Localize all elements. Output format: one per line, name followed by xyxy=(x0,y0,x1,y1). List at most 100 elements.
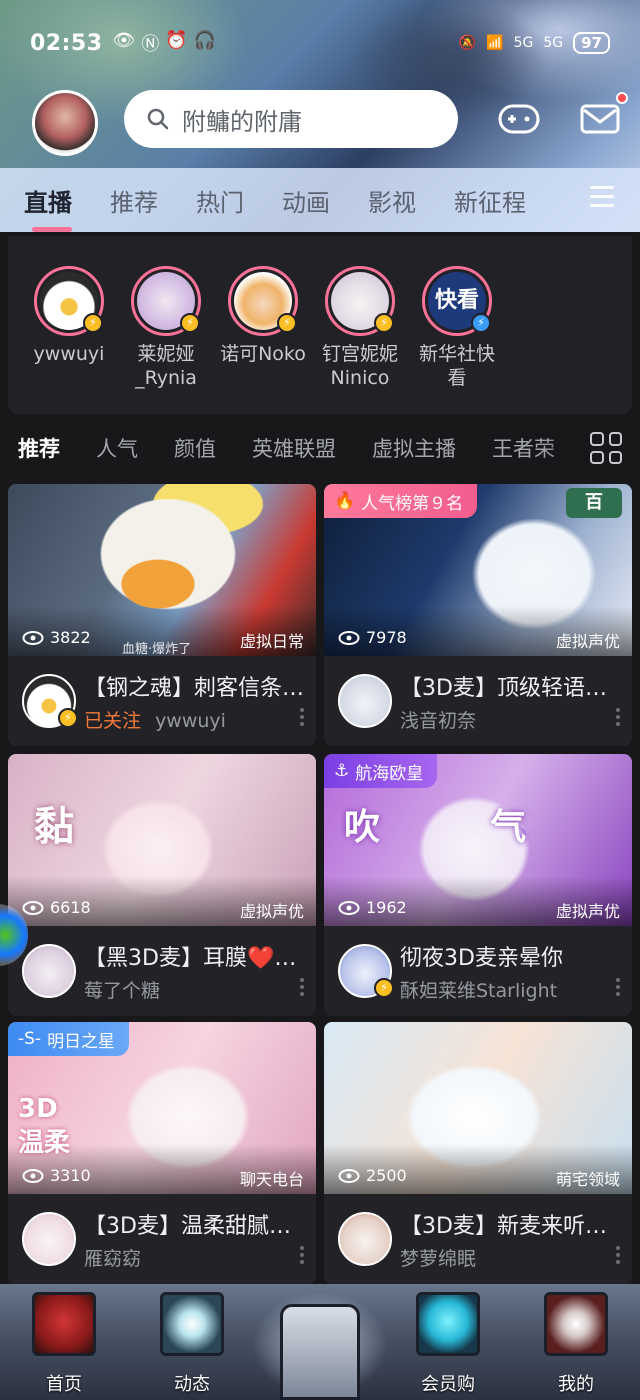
followed-streamer[interactable]: 快看 ⚡ 新华社快 看 xyxy=(412,266,502,390)
signal-icon-2: 5G xyxy=(543,35,564,51)
tabs-menu-icon[interactable] xyxy=(590,186,614,210)
wifi-icon: 📶 xyxy=(486,35,504,51)
card-title: 【3D麦】顶级轻语… xyxy=(400,676,607,701)
category-tabs: 推荐 人气 颜值 英雄联盟 虚拟主播 王者荣 xyxy=(0,418,640,478)
area-tag: 萌宅领域 xyxy=(555,1170,620,1189)
profile-icon xyxy=(544,1292,608,1356)
card-subtitle: 酥妲莱维Starlight xyxy=(400,976,557,1003)
live-card[interactable]: 2500 萌宅领域 【3D麦】新麦来听… 梦萝绵眠 xyxy=(324,1022,632,1284)
category-looks[interactable]: 颜值 xyxy=(174,433,216,463)
search-input[interactable]: 附鳙的附庸 xyxy=(124,90,458,148)
vip-shop-icon xyxy=(416,1292,480,1356)
status-notification-icons: 👁 Ⓝ ⏰ 🎧 xyxy=(113,30,217,56)
avatar[interactable] xyxy=(22,944,76,998)
lightning-icon: ⚡ xyxy=(374,978,394,998)
anchor-icon: ⚓ xyxy=(334,761,350,781)
avatar[interactable] xyxy=(338,674,392,728)
cover-text: 黏 特供 xyxy=(34,804,316,850)
followed-streamer[interactable]: ⚡ 莱妮娅 _Rynia xyxy=(121,266,211,390)
tab-anime[interactable]: 动画 xyxy=(282,183,330,218)
category-honor-of-kings[interactable]: 王者荣 xyxy=(492,433,555,463)
nav-vip-shop[interactable]: 会员购 xyxy=(406,1292,490,1396)
live-card[interactable]: 黏 特供 6618 虚拟声优 【黑3D麦】耳膜❤️… 莓了个糖 xyxy=(8,754,316,1016)
uploader-name: 梦萝绵眠 xyxy=(400,1248,477,1270)
tab-new-journey[interactable]: 新征程 xyxy=(454,183,526,218)
avatar[interactable] xyxy=(22,1212,76,1266)
avatar[interactable]: ⚡ xyxy=(22,674,78,728)
more-options-icon[interactable] xyxy=(616,708,620,729)
mail-icon[interactable] xyxy=(580,102,620,136)
category-popular[interactable]: 人气 xyxy=(96,433,138,463)
area-tag: 虚拟声优 xyxy=(239,902,304,921)
tab-film[interactable]: 影视 xyxy=(368,183,416,218)
lightning-icon: ⚡ xyxy=(471,313,491,333)
rank-badge: ⚓ 航海欧皇 xyxy=(324,754,438,788)
more-options-icon[interactable] xyxy=(616,1246,620,1267)
bottom-navigation: 首页 动态 会员购 我的 xyxy=(0,1284,640,1400)
category-recommend[interactable]: 推荐 xyxy=(18,433,60,463)
avatar[interactable]: ⚡ xyxy=(338,944,394,998)
streamer-name: ywwuyi xyxy=(33,343,105,365)
card-subtitle: 浅音初奈 xyxy=(400,706,476,733)
followed-label: 已关注 xyxy=(84,710,142,732)
followed-streamer[interactable]: ⚡ 钉宫妮妮 Ninico xyxy=(315,266,405,390)
notification-dot xyxy=(616,92,628,104)
uploader-name: ywwuyi xyxy=(155,710,226,732)
nfc-icon: Ⓝ xyxy=(141,34,160,55)
search-placeholder: 附鳙的附庸 xyxy=(182,107,302,136)
uploader-name: 莓了个糖 xyxy=(84,980,161,1002)
rank-badge: -S- 明日之星 xyxy=(8,1022,130,1056)
top-row: 附鳙的附庸 xyxy=(0,86,640,166)
live-card[interactable]: ⚓ 航海欧皇 吹气 语 1962 虚拟声优 ⚡ 彻夜3D麦亲晕你 酥妲莱维Sta… xyxy=(324,754,632,1016)
more-options-icon[interactable] xyxy=(616,978,620,999)
star-icon: -S- xyxy=(18,1029,42,1049)
live-card[interactable]: 3822 血糖·爆炸了 虚拟日常 ⚡ 【钢之魂】刺客信条… 已关注 ywwuyi xyxy=(8,484,316,746)
avatar: ⚡ xyxy=(325,266,395,336)
lightning-icon: ⚡ xyxy=(180,313,200,333)
user-avatar[interactable] xyxy=(32,90,98,156)
card-title: 【黑3D麦】耳膜❤️… xyxy=(84,946,297,971)
gamepad-icon[interactable] xyxy=(498,102,540,136)
fire-icon: 🔥 xyxy=(334,491,356,511)
category-lol[interactable]: 英雄联盟 xyxy=(252,433,336,463)
avatar[interactable] xyxy=(338,1212,392,1266)
status-right-icons: 🔕 📶 5G 5G 97 xyxy=(459,32,610,54)
card-subtitle: 梦萝绵眠 xyxy=(400,1244,476,1271)
lightning-icon: ⚡ xyxy=(58,708,78,728)
tab-live[interactable]: 直播 xyxy=(24,183,72,232)
battery-indicator: 97 xyxy=(573,32,610,54)
more-options-icon[interactable] xyxy=(300,1246,304,1267)
tab-recommend[interactable]: 推荐 xyxy=(110,183,158,218)
main-tabs: 直播 推荐 热门 动画 影视 新征程 xyxy=(0,168,640,232)
alarm-icon: ⏰ xyxy=(165,30,188,51)
signal-icon-1: 5G xyxy=(513,35,534,51)
followed-streamers-panel: ⚡ ywwuyi ⚡ 莱妮娅 _Rynia ⚡ 诺可Noko ⚡ 钉宫妮妮 Ni… xyxy=(8,236,632,414)
followed-streamer[interactable]: ⚡ 诺可Noko xyxy=(218,266,308,366)
card-title: 彻夜3D麦亲晕你 xyxy=(400,946,563,971)
more-options-icon[interactable] xyxy=(300,708,304,729)
eye-icon xyxy=(338,1168,360,1183)
cover-text: 3D 温柔 xyxy=(18,1094,71,1158)
headphones-icon: 🎧 xyxy=(193,30,217,51)
streamer-name: 新华社快 看 xyxy=(418,343,495,389)
eye-icon xyxy=(22,630,44,645)
nav-home[interactable]: 首页 xyxy=(22,1292,106,1396)
nav-mine[interactable]: 我的 xyxy=(534,1292,618,1396)
nav-dynamic[interactable]: 动态 xyxy=(150,1292,234,1396)
category-vtuber[interactable]: 虚拟主播 xyxy=(372,433,456,463)
publish-icon[interactable] xyxy=(280,1304,360,1400)
card-subtitle: 已关注 ywwuyi xyxy=(84,706,226,733)
more-options-icon[interactable] xyxy=(300,978,304,999)
live-card[interactable]: 🔥 人气榜第９名 百 7978 虚拟声优 【3D麦】顶级轻语… 浅音初奈 xyxy=(324,484,632,746)
card-subtitle: 雁窈窈 xyxy=(84,1244,141,1271)
eye-icon xyxy=(338,630,360,645)
lightning-icon: ⚡ xyxy=(83,313,103,333)
lightning-icon: ⚡ xyxy=(277,313,297,333)
tab-hot[interactable]: 热门 xyxy=(196,183,244,218)
followed-streamer[interactable]: ⚡ ywwuyi xyxy=(24,266,114,366)
cover-caption: 血糖·爆炸了 xyxy=(122,642,192,657)
avatar: 快看 ⚡ xyxy=(422,266,492,336)
viewer-count: 6618 xyxy=(22,898,91,917)
live-card[interactable]: -S- 明日之星 3D 温柔 3310 聊天电台 【3D麦】温柔甜腻… 雁窈窈 xyxy=(8,1022,316,1284)
grid-icon[interactable] xyxy=(590,432,622,464)
